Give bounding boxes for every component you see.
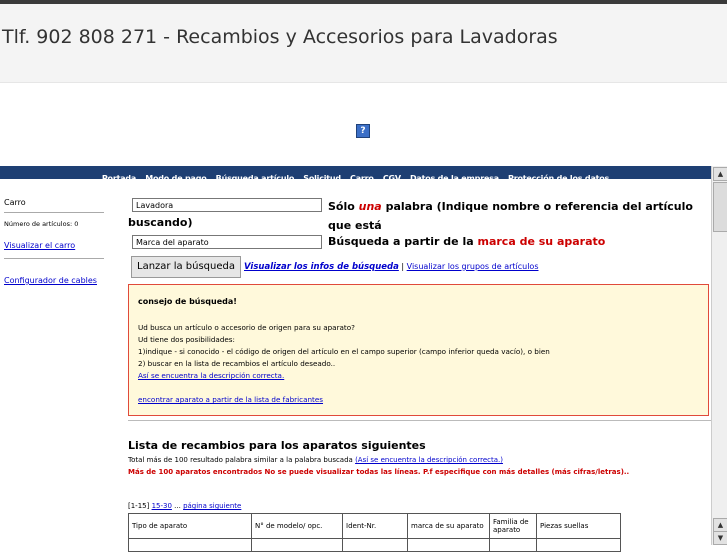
summary-text: Total más de 100 resultado palabra simil… bbox=[128, 456, 353, 464]
search-input[interactable]: Lavadora bbox=[132, 198, 322, 212]
help-icon[interactable]: ? bbox=[356, 124, 370, 138]
summary-link[interactable]: (Así se encuentra la descripción correct… bbox=[355, 456, 503, 464]
scroll-up-icon[interactable]: ▲ bbox=[713, 518, 727, 532]
tip-title: consejo de búsqueda! bbox=[138, 297, 237, 306]
table-cell bbox=[251, 538, 343, 552]
table-cell bbox=[128, 538, 252, 552]
column-header: Familia de aparato bbox=[489, 513, 537, 539]
pagination: [1-15] 15-30 ... página siguiente bbox=[128, 502, 241, 510]
pager-ellipsis: ... bbox=[171, 502, 184, 510]
nav-carro[interactable]: Carro bbox=[350, 174, 374, 183]
table-row bbox=[128, 538, 621, 552]
tip-description-link[interactable]: Así se encuentra la descripción correcta… bbox=[138, 371, 284, 380]
column-header: N° de modelo/ opc. bbox=[251, 513, 343, 539]
column-header: Piezas suellas bbox=[536, 513, 621, 539]
view-cart-link[interactable]: Visualizar el carro bbox=[4, 241, 75, 250]
tip-manufacturers-link[interactable]: encontrar aparato a partir de la lista d… bbox=[138, 395, 323, 404]
hint-text: Sólo bbox=[328, 200, 359, 213]
cable-configurator-link[interactable]: Configurador de cables bbox=[4, 276, 97, 285]
pager-range-link[interactable]: 15-30 bbox=[152, 502, 172, 510]
nav-solicitud[interactable]: Solicitud bbox=[303, 174, 341, 183]
column-header: Ident-Nr. bbox=[342, 513, 408, 539]
site-header: Tlf. 902 808 271 - Recambios y Accesorio… bbox=[0, 4, 727, 83]
table-cell bbox=[407, 538, 490, 552]
sidebar-divider bbox=[4, 212, 104, 213]
table-cell bbox=[489, 538, 537, 552]
cart-heading: Carro bbox=[4, 198, 26, 207]
nav-cgv[interactable]: CGV bbox=[383, 174, 401, 183]
site-title: Tlf. 902 808 271 - Recambios y Accesorio… bbox=[2, 26, 558, 48]
column-header: Tipo de aparato bbox=[128, 513, 252, 539]
hint-text: palabra (Indique nombre o referencia del… bbox=[328, 200, 693, 232]
search-tip-box: consejo de búsqueda! Ud busca un artícul… bbox=[128, 284, 709, 416]
link-separator: | bbox=[398, 262, 407, 271]
scroll-up-icon[interactable]: ▲ bbox=[713, 167, 727, 181]
sidebar: Carro Número de artículos: 0 Visualizar … bbox=[0, 180, 122, 545]
column-header: marca de su aparato bbox=[407, 513, 490, 539]
search-hint-continued: buscando) bbox=[128, 216, 193, 229]
tip-line: 2) buscar en la lista de recambios el ar… bbox=[138, 359, 336, 368]
search-hint: Sólo una palabra (Indique nombre o refer… bbox=[328, 197, 708, 235]
sidebar-divider bbox=[4, 258, 104, 259]
results-title: Lista de recambios para los aparatos sig… bbox=[128, 439, 426, 452]
hint-text: Búsqueda a partir de la bbox=[328, 235, 478, 248]
scroll-thumb[interactable] bbox=[713, 182, 727, 232]
results-summary: Total más de 100 resultado palabra simil… bbox=[128, 456, 503, 464]
tip-line: Ud tiene dos posibilidades: bbox=[138, 335, 235, 344]
nav-datos-empresa[interactable]: Datos de la empresa bbox=[410, 174, 499, 183]
search-button[interactable]: Lanzar la búsqueda bbox=[131, 256, 241, 278]
cart-item-count: Número de artículos: 0 bbox=[4, 220, 79, 228]
pager-current: [1-15] bbox=[128, 502, 152, 510]
vertical-scrollbar[interactable]: ▲ ▲ ▼ bbox=[711, 166, 727, 545]
main-nav: Portada Modo de pago Búsqueda artículo S… bbox=[0, 166, 711, 183]
hint-emphasis: marca de su aparato bbox=[477, 235, 606, 248]
nav-proteccion-datos[interactable]: Protección de los datos bbox=[508, 174, 609, 183]
section-divider bbox=[128, 420, 711, 421]
scroll-down-icon[interactable]: ▼ bbox=[713, 531, 727, 545]
pager-next-link[interactable]: página siguiente bbox=[183, 502, 241, 510]
tip-line: 1)indique - si conocido - el código de o… bbox=[138, 347, 550, 356]
results-warning: Más de 100 aparatos encontrados No se pu… bbox=[128, 468, 630, 476]
brand-input[interactable]: Marca del aparato bbox=[132, 235, 322, 249]
search-links: Visualizar los infos de búsqueda | Visua… bbox=[244, 262, 539, 272]
tip-line: Ud busca un artículo o accesorio de orig… bbox=[138, 323, 355, 332]
nav-busqueda-articulo[interactable]: Búsqueda artículo bbox=[216, 174, 295, 183]
table-cell bbox=[536, 538, 621, 552]
brand-hint: Búsqueda a partir de la marca de su apar… bbox=[328, 235, 605, 248]
nav-modo-de-pago[interactable]: Modo de pago bbox=[145, 174, 207, 183]
results-table: Tipo de aparato N° de modelo/ opc. Ident… bbox=[128, 513, 621, 552]
table-cell bbox=[342, 538, 408, 552]
search-infos-link[interactable]: Visualizar los infos de búsqueda bbox=[244, 262, 399, 272]
hint-emphasis: una bbox=[358, 200, 382, 213]
article-groups-link[interactable]: Visualizar los grupos de artículos bbox=[407, 262, 539, 271]
table-header-row: Tipo de aparato N° de modelo/ opc. Ident… bbox=[128, 513, 621, 539]
